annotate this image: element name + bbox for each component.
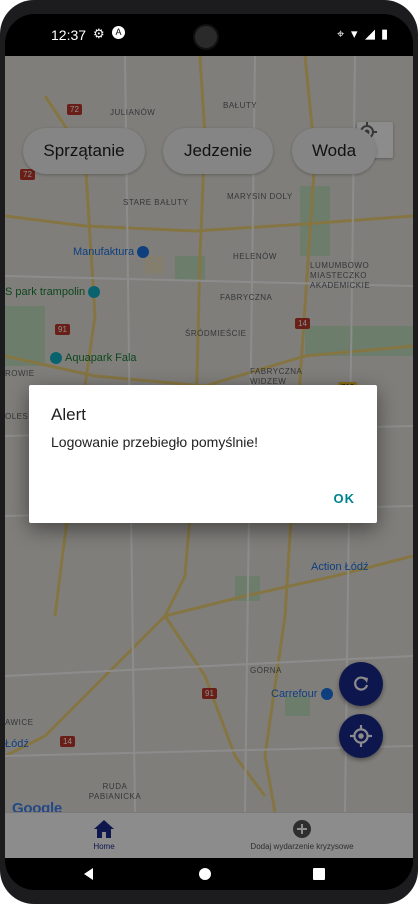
recents-icon[interactable] [311, 866, 327, 882]
app-notification-icon: A [112, 26, 125, 39]
front-camera [193, 24, 219, 50]
system-nav-bar [5, 858, 413, 890]
back-icon[interactable] [81, 866, 97, 882]
alert-dialog: Alert Logowanie przebiegło pomyślnie! OK [29, 385, 377, 523]
battery-icon: ▮ [381, 26, 389, 41]
screen: 12:37 ⚙ A ⌖ ▾ ◢ ▮ 72 72 91 14 91 14 JULI… [5, 14, 413, 890]
device-frame: 12:37 ⚙ A ⌖ ▾ ◢ ▮ 72 72 91 14 91 14 JULI… [0, 0, 418, 904]
status-time: 12:37 [51, 27, 87, 43]
dialog-title: Alert [51, 405, 86, 424]
status-bar: 12:37 ⚙ A ⌖ ▾ ◢ ▮ [5, 14, 413, 56]
dialog-message: Logowanie przebiegło pomyślnie! [51, 434, 259, 450]
location-status-icon: ⌖ [337, 26, 345, 41]
ok-button[interactable]: OK [334, 491, 356, 506]
wifi-icon: ▾ [351, 26, 358, 41]
signal-icon: ◢ [365, 26, 375, 41]
home-nav-icon[interactable] [197, 866, 213, 882]
settings-gear-icon: ⚙ [93, 26, 105, 41]
